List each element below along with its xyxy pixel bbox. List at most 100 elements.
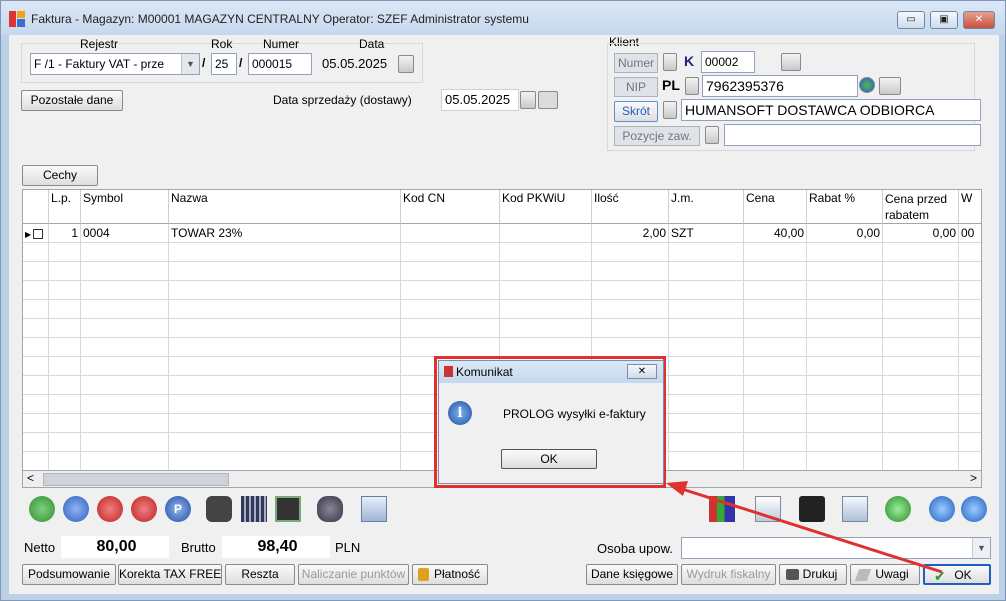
korekta-tax-free-button[interactable]: Korekta TAX FREE	[118, 564, 222, 585]
row-selector[interactable]	[23, 357, 49, 376]
table-cell[interactable]	[883, 338, 959, 357]
ok-button[interactable]: ✔ OK	[923, 564, 991, 585]
table-cell[interactable]	[883, 357, 959, 376]
book-icon[interactable]	[663, 53, 677, 71]
client-numer-field[interactable]: 00002	[701, 51, 755, 73]
delete-icon[interactable]	[97, 496, 123, 522]
table-cell[interactable]	[49, 452, 81, 471]
table-cell[interactable]	[959, 262, 981, 281]
wydruk-fiskalny-button[interactable]: Wydruk fiskalny	[681, 564, 776, 585]
table-cell[interactable]	[744, 452, 807, 471]
table-cell[interactable]	[807, 414, 883, 433]
table-cell[interactable]	[744, 414, 807, 433]
table-cell[interactable]	[401, 262, 500, 281]
close-window-button[interactable]: ✕	[963, 11, 995, 29]
table-cell[interactable]	[169, 395, 401, 414]
table-cell[interactable]	[169, 357, 401, 376]
table-cell[interactable]	[592, 338, 669, 357]
table-cell[interactable]	[169, 452, 401, 471]
table-cell[interactable]	[669, 357, 744, 376]
table-cell[interactable]	[883, 414, 959, 433]
table-cell[interactable]	[807, 243, 883, 262]
calendar-sale-icon[interactable]	[520, 91, 536, 109]
table-cell[interactable]	[883, 319, 959, 338]
table-cell[interactable]	[959, 357, 981, 376]
table-cell[interactable]	[49, 262, 81, 281]
row-selector[interactable]	[23, 262, 49, 281]
table-cell[interactable]	[81, 262, 169, 281]
table-cell[interactable]	[959, 452, 981, 471]
col-lp[interactable]: L.p.	[49, 190, 81, 224]
table-cell[interactable]	[959, 433, 981, 452]
calendar-icon[interactable]	[398, 55, 414, 73]
table-cell[interactable]	[500, 338, 592, 357]
table-cell[interactable]	[669, 414, 744, 433]
table-cell[interactable]	[883, 376, 959, 395]
table-cell[interactable]	[169, 414, 401, 433]
uwagi-button[interactable]: Uwagi	[850, 564, 920, 585]
numer-button[interactable]: Numer	[614, 53, 658, 73]
row-selector[interactable]	[23, 376, 49, 395]
window-export-icon[interactable]	[361, 496, 387, 522]
table-cell[interactable]	[883, 262, 959, 281]
table-cell[interactable]	[807, 452, 883, 471]
table-cell[interactable]	[49, 395, 81, 414]
cechy-button[interactable]: Cechy	[22, 165, 98, 186]
dane-ksiegowe-button[interactable]: Dane księgowe	[586, 564, 678, 585]
table-cell[interactable]	[169, 433, 401, 452]
table-cell[interactable]	[744, 338, 807, 357]
table-cell[interactable]	[807, 262, 883, 281]
previous-icon[interactable]	[929, 496, 955, 522]
row-selector[interactable]	[23, 452, 49, 471]
table-cell[interactable]	[959, 414, 981, 433]
table-cell[interactable]: 0,00	[883, 224, 959, 243]
chevron-down-icon[interactable]: ▼	[181, 54, 199, 74]
table-cell[interactable]	[81, 452, 169, 471]
col-rabat[interactable]: Rabat %	[807, 190, 883, 224]
table-cell[interactable]	[49, 433, 81, 452]
table-cell[interactable]	[81, 357, 169, 376]
table-cell[interactable]	[883, 243, 959, 262]
table-cell[interactable]	[669, 262, 744, 281]
table-cell[interactable]	[49, 281, 81, 300]
table-cell[interactable]	[959, 300, 981, 319]
osoba-chevron-down-icon[interactable]: ▼	[972, 538, 990, 558]
table-cell[interactable]	[959, 281, 981, 300]
next-icon[interactable]	[961, 496, 987, 522]
rok-field[interactable]: 25	[211, 53, 237, 75]
row-selector[interactable]	[23, 395, 49, 414]
platnosc-button[interactable]: Płatność	[412, 564, 488, 585]
table-cell[interactable]: SZT	[669, 224, 744, 243]
refresh-icon[interactable]	[885, 496, 911, 522]
table-cell[interactable]	[669, 300, 744, 319]
scroll-right-icon[interactable]: >	[970, 471, 977, 485]
table-cell[interactable]	[744, 300, 807, 319]
table-cell[interactable]	[669, 281, 744, 300]
table-cell[interactable]	[883, 452, 959, 471]
table-cell[interactable]	[592, 262, 669, 281]
table-cell[interactable]	[401, 319, 500, 338]
table-cell[interactable]	[169, 376, 401, 395]
table-cell[interactable]	[401, 338, 500, 357]
pozycje-button[interactable]: Pozycje zaw.	[614, 126, 700, 146]
dialog-ok-button[interactable]: OK	[501, 449, 597, 469]
table-cell[interactable]	[592, 300, 669, 319]
drukuj-button[interactable]: Drukuj	[779, 564, 847, 585]
table-cell[interactable]	[883, 395, 959, 414]
table-cell[interactable]	[401, 281, 500, 300]
row-selector[interactable]	[23, 414, 49, 433]
scroll-left-icon[interactable]: <	[27, 471, 34, 485]
table-cell[interactable]	[669, 395, 744, 414]
table-cell[interactable]	[500, 243, 592, 262]
col-cena-przed-rabatem[interactable]: Cena przed rabatem	[883, 190, 959, 224]
table-cell[interactable]	[807, 338, 883, 357]
table-cell[interactable]	[169, 338, 401, 357]
vat-check-icon[interactable]	[879, 77, 901, 95]
table-cell[interactable]	[592, 281, 669, 300]
table-cell[interactable]: 1	[49, 224, 81, 243]
row-selector[interactable]	[23, 319, 49, 338]
table-cell[interactable]	[169, 300, 401, 319]
table-cell[interactable]	[744, 319, 807, 338]
col-kod-cn[interactable]: Kod CN	[401, 190, 500, 224]
rejestr-select[interactable]: F /1 - Faktury VAT - prze ▼	[30, 53, 200, 75]
